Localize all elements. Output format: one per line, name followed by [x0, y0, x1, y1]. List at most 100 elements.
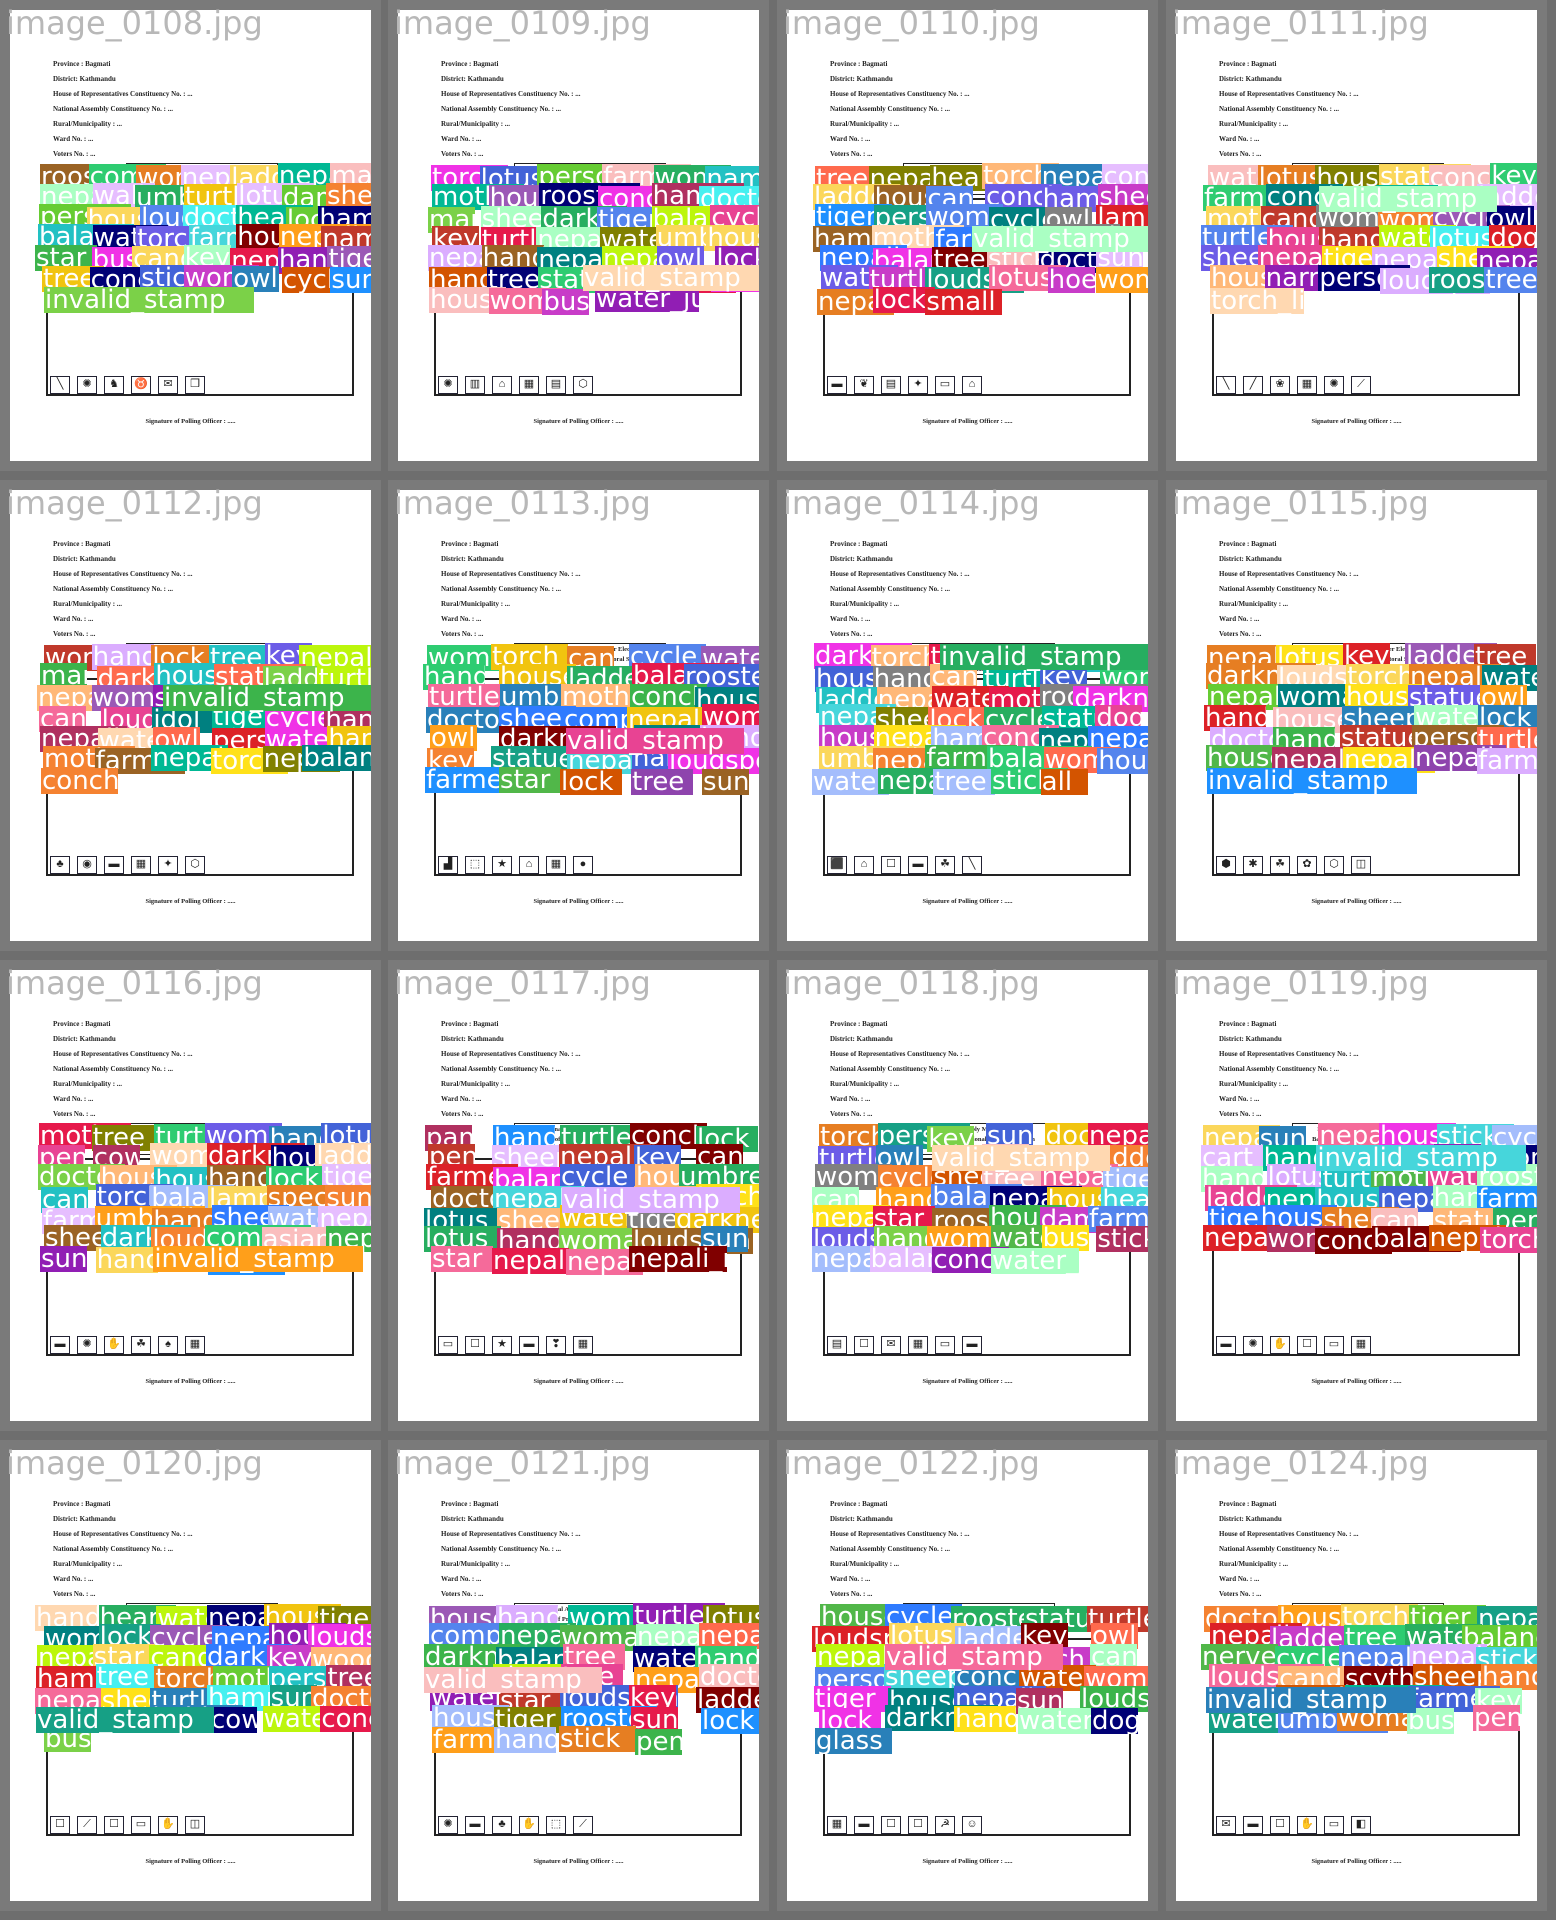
annotation-label: sun [40, 1246, 87, 1272]
annotation-label: invalid_stamp [1207, 768, 1417, 794]
party-symbol-icon: ☺ [962, 1816, 982, 1834]
header-line: Province : Bagmati [1219, 540, 1277, 548]
header-line: Ward No. : ... [53, 615, 94, 623]
annotation-label: small [925, 289, 1003, 315]
annotation-label: invalid_stamp [163, 685, 371, 711]
annotation-label: tree [1484, 267, 1537, 293]
header-line: National Assembly Constituency No. : ... [1219, 1545, 1339, 1553]
ballot-header: Province : Bagmati District: Kathmandu Hou… [441, 1017, 580, 1122]
party-symbol-icon: ⌂ [492, 376, 512, 394]
header-line: National Assembly Constituency No. : ... [830, 1545, 950, 1553]
ballot-header: Province : Bagmati District: Kathmandu Hou… [830, 1017, 969, 1122]
party-symbol-icon: ☐ [50, 1816, 70, 1834]
party-symbol-icon: ⬡ [185, 856, 205, 874]
party-symbol-icon: ✋ [1297, 1816, 1317, 1834]
annotation-label: hoe [1047, 267, 1095, 293]
annotation-label: valid_stamp [424, 1667, 602, 1693]
annotation-label: valid_stamp [36, 1707, 214, 1733]
party-symbol-icon: ▟ [438, 856, 458, 874]
header-line: Ward No. : ... [441, 1575, 482, 1583]
header-line: National Assembly Constituency No. : ... [1219, 585, 1339, 593]
party-symbol-icon: ✺ [1324, 376, 1344, 394]
header-line: House of Representatives Constituency No… [830, 1050, 970, 1058]
mosaic-cell: Province : Bagmati District: Kathmandu Hou… [1166, 1440, 1547, 1911]
header-line: House of Representatives Constituency No… [1219, 90, 1359, 98]
header-line: District: Kathmandu [441, 75, 504, 83]
symbol-row: ♣ ◉ ▬ ▦ ✦ ⬡ [50, 856, 205, 874]
mosaic-cell: Province : Bagmati District: Kathmandu Hou… [388, 480, 769, 951]
header-line: Ward No. : ... [441, 135, 482, 143]
mosaic-cell: Province : Bagmati District: Kathmandu Hou… [1166, 480, 1547, 951]
header-line: House of Representatives Constituency No… [53, 570, 193, 578]
party-symbol-icon: ❦ [854, 376, 874, 394]
party-symbol-icon: ╲ [50, 376, 70, 394]
image-filename: image_0116.jpg [6, 964, 263, 1002]
header-line: Rural/Municipality : ... [441, 600, 511, 608]
annotation-label: cow [210, 1707, 257, 1733]
party-symbol-icon: ♣ [50, 856, 70, 874]
party-symbol-icon: ☘ [131, 1336, 151, 1354]
header-line: Voters No. : ... [830, 150, 873, 158]
annotation-label: nepali_man [629, 1246, 727, 1272]
party-symbol-icon: ▥ [465, 376, 485, 394]
ballot-paper: Province : Bagmati District: Kathmandu Hou… [398, 490, 759, 941]
party-symbol-icon: ☐ [908, 1816, 928, 1834]
header-line: District: Kathmandu [441, 555, 504, 563]
image-filename: image_0112.jpg [6, 484, 263, 522]
header-line: Province : Bagmati [53, 60, 111, 68]
mosaic-cell: Province : Bagmati District: Kathmandu Hou… [388, 0, 769, 471]
party-symbol-icon: ▬ [50, 1336, 70, 1354]
header-line: District: Kathmandu [53, 1515, 116, 1523]
party-symbol-icon: ▬ [1243, 1816, 1263, 1834]
header-line: House of Representatives Constituency No… [830, 90, 970, 98]
party-symbol-icon: ▦ [519, 376, 539, 394]
party-symbol-icon: ☭ [935, 1816, 955, 1834]
ballot-paper: Province : Bagmati District: Kathmandu Hou… [10, 970, 371, 1421]
signature-line: Signature of Polling Officer : ..... [922, 898, 1013, 905]
header-line: Ward No. : ... [53, 135, 94, 143]
party-symbol-icon: ✉ [158, 376, 178, 394]
ballot-paper: Province : Bagmati District: Kathmandu Hou… [10, 10, 371, 461]
party-symbol-icon: ▬ [1216, 1336, 1236, 1354]
header-line: National Assembly Constituency No. : ... [53, 1545, 173, 1553]
party-symbol-icon: ⬡ [573, 376, 593, 394]
ballot-paper: Province : Bagmati District: Kathmandu Hou… [10, 1450, 371, 1901]
header-line: House of Representatives Constituency No… [830, 570, 970, 578]
header-line: National Assembly Constituency No. : ... [830, 105, 950, 113]
image-filename: image_0120.jpg [6, 1444, 263, 1482]
party-symbol-icon: ▭ [935, 1336, 955, 1354]
party-symbol-icon: ▬ [519, 1336, 539, 1354]
header-line: House of Representatives Constituency No… [830, 1530, 970, 1538]
symbol-row: ▟ ⬚ ★ ⌂ ▦ ● [438, 856, 593, 874]
party-symbol-icon: ☘ [935, 856, 955, 874]
header-line: Rural/Municipality : ... [53, 1560, 123, 1568]
header-line: District: Kathmandu [830, 555, 893, 563]
party-symbol-icon: ▦ [1297, 376, 1317, 394]
annotation-label: balance [302, 745, 371, 771]
ballot-paper: Province : Bagmati District: Kathmandu Hou… [787, 970, 1148, 1421]
symbol-row: ⬛ ⌂ ☐ ▬ ☘ ╲ [827, 856, 982, 874]
signature-line: Signature of Polling Officer : ..... [533, 1378, 624, 1385]
party-symbol-icon: ╱ [1243, 376, 1263, 394]
header-line: Province : Bagmati [830, 540, 888, 548]
annotation-label: pen [635, 1729, 682, 1755]
signature-line: Signature of Polling Officer : ..... [1311, 898, 1402, 905]
ballot-paper: Province : Bagmati District: Kathmandu Hou… [787, 1450, 1148, 1901]
header-line: Ward No. : ... [830, 1095, 871, 1103]
ballot-header: Province : Bagmati District: Kathmandu Hou… [830, 57, 969, 162]
party-symbol-icon: ⟋ [1351, 376, 1371, 394]
header-line: Voters No. : ... [53, 150, 96, 158]
annotation-label: torch_light [1480, 1227, 1537, 1253]
ballot-header: Province : Bagmati District: Kathmandu Hou… [830, 537, 969, 642]
ballot-header: Province : Bagmati District: Kathmandu Hou… [441, 537, 580, 642]
party-symbol-icon: ✉ [1216, 1816, 1236, 1834]
header-line: Province : Bagmati [441, 540, 499, 548]
header-line: Rural/Municipality : ... [441, 1560, 511, 1568]
party-symbol-icon: ⬢ [1216, 856, 1236, 874]
signature-line: Signature of Polling Officer : ..... [533, 1858, 624, 1865]
image-mosaic: Province : Bagmati District: Kathmandu Hou… [0, 0, 1556, 1920]
header-line: Ward No. : ... [830, 615, 871, 623]
image-filename: image_0114.jpg [783, 484, 1040, 522]
header-line: National Assembly Constituency No. : ... [441, 585, 561, 593]
party-symbol-icon: ▦ [546, 856, 566, 874]
